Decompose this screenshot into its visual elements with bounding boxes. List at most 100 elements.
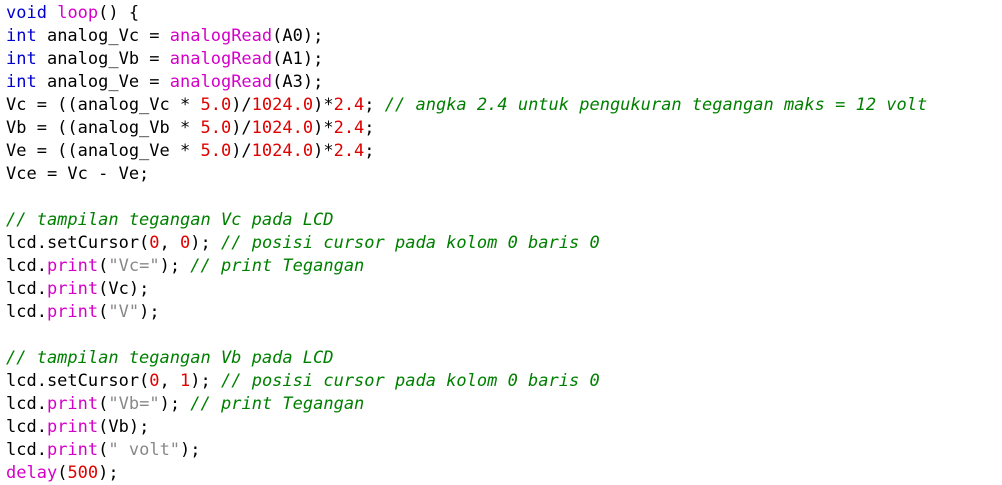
code-token-plain: analog_Ve =: [36, 72, 170, 92]
code-token-plain: lcd.setCursor(: [6, 371, 150, 391]
code-line: lcd.print(Vb);: [6, 416, 1002, 439]
code-token-number: 2.4: [333, 95, 365, 115]
code-token-plain: )/: [231, 95, 252, 115]
code-token-func: print: [46, 279, 99, 299]
code-token-comment: // print Tegangan: [190, 394, 365, 414]
code-line: delay(500);: [6, 462, 1002, 485]
code-token-plain: );: [190, 233, 221, 253]
code-token-plain: (Vc);: [98, 279, 150, 299]
code-token-plain: lcd.: [6, 394, 47, 414]
code-line: lcd.print("V");: [6, 301, 1002, 324]
code-token-string: "Vb=": [108, 394, 160, 414]
code-token-plain: )*: [313, 95, 334, 115]
code-line: lcd.print(" volt");: [6, 439, 1002, 462]
code-token-comment: // posisi cursor pada kolom 0 baris 0: [221, 371, 600, 391]
code-token-number: 5.0: [200, 95, 232, 115]
code-token-number: 2.4: [333, 141, 365, 161]
code-token-number: 0: [149, 371, 160, 391]
code-line: int analog_Vc = analogRead(A0);: [6, 25, 1002, 48]
code-line: lcd.print(Vc);: [6, 278, 1002, 301]
code-token-plain: )*: [313, 141, 334, 161]
code-token-plain: lcd.: [6, 256, 47, 276]
code-line: Vce = Vc - Ve;: [6, 163, 1002, 186]
code-token-plain: );: [159, 256, 191, 276]
code-token-number: 1024.0: [251, 118, 314, 138]
code-token-plain: );: [190, 371, 221, 391]
code-line: // tampilan tegangan Vc pada LCD: [6, 209, 1002, 232]
code-token-plain: analog_Vb =: [36, 49, 170, 69]
code-line: void loop() {: [6, 2, 1002, 25]
code-token-plain: );: [139, 302, 160, 322]
code-token-plain: (: [57, 463, 68, 483]
code-line: Vc = ((analog_Vc * 5.0)/1024.0)*2.4; // …: [6, 94, 1002, 117]
code-token-plain: ;: [364, 95, 385, 115]
code-token-func: analogRead: [169, 26, 273, 46]
code-token-plain: ,: [159, 233, 181, 253]
code-token-keyword: int: [6, 49, 37, 69]
code-token-number: 5.0: [200, 141, 232, 161]
code-token-plain: (A3);: [272, 72, 324, 92]
code-token-comment: // tampilan tegangan Vc pada LCD: [6, 210, 334, 230]
code-token-comment: // print Tegangan: [190, 256, 365, 276]
code-token-plain: ;: [364, 141, 375, 161]
code-token-number: 2.4: [333, 118, 365, 138]
code-token-plain: )/: [231, 141, 252, 161]
code-token-string: " volt": [108, 440, 181, 460]
code-token-plain: );: [98, 463, 119, 483]
code-token-func: analogRead: [169, 49, 273, 69]
code-token-keyword: int: [6, 72, 37, 92]
code-token-func: print: [46, 256, 99, 276]
code-token-func: print: [46, 417, 99, 437]
code-token-plain: )/: [231, 118, 252, 138]
code-token-keyword: int: [6, 26, 37, 46]
code-token-plain: );: [159, 394, 191, 414]
code-token-plain: analog_Vc =: [36, 26, 170, 46]
code-token-plain: (A0);: [272, 26, 324, 46]
code-token-plain: )*: [313, 118, 334, 138]
code-token-plain: Ve = ((analog_Ve *: [6, 141, 201, 161]
code-token-keyword: void: [6, 3, 47, 23]
code-line: int analog_Ve = analogRead(A3);: [6, 71, 1002, 94]
code-line: Vb = ((analog_Vb * 5.0)/1024.0)*2.4;: [6, 117, 1002, 140]
code-token-plain: ,: [159, 371, 181, 391]
code-line: lcd.print("Vb="); // print Tegangan: [6, 393, 1002, 416]
code-token-string: "Vc=": [108, 256, 160, 276]
code-token-number: 1024.0: [251, 141, 314, 161]
code-token-plain: (: [98, 302, 109, 322]
code-line: lcd.setCursor(0, 1); // posisi cursor pa…: [6, 370, 1002, 393]
code-token-func: print: [46, 302, 99, 322]
code-line: lcd.setCursor(0, 0); // posisi cursor pa…: [6, 232, 1002, 255]
code-line: int analog_Vb = analogRead(A1);: [6, 48, 1002, 71]
code-token-plain: Vce = Vc - Ve;: [6, 164, 150, 184]
code-token-plain: lcd.: [6, 417, 47, 437]
code-token-number: 0: [149, 233, 160, 253]
code-token-func: analogRead: [169, 72, 273, 92]
code-token-plain: Vb = ((analog_Vb *: [6, 118, 201, 138]
code-token-number: 500: [67, 463, 99, 483]
code-token-string: "V": [108, 302, 140, 322]
code-token-func: delay: [6, 463, 58, 483]
code-token-func: print: [46, 440, 99, 460]
code-line: // tampilan tegangan Vb pada LCD: [6, 347, 1002, 370]
code-token-comment: // tampilan tegangan Vb pada LCD: [6, 348, 334, 368]
code-token-plain: (: [98, 394, 109, 414]
code-line: lcd.print("Vc="); // print Tegangan: [6, 255, 1002, 278]
code-token-func: loop: [57, 3, 99, 23]
code-line: Ve = ((analog_Ve * 5.0)/1024.0)*2.4;: [6, 140, 1002, 163]
code-token-plain: lcd.: [6, 302, 47, 322]
code-token-plain: (Vb);: [98, 417, 150, 437]
code-token-number: 5.0: [200, 118, 232, 138]
code-token-number: 1: [180, 371, 191, 391]
code-token-comment: // angka 2.4 untuk pengukuran tegangan m…: [384, 95, 928, 115]
code-token-plain: () {: [98, 3, 140, 23]
code-token-plain: ;: [364, 118, 375, 138]
code-token-plain: (: [98, 440, 109, 460]
code-token-plain: lcd.: [6, 279, 47, 299]
code-token-plain: (A1);: [272, 49, 324, 69]
code-token-plain: Vc = ((analog_Vc *: [6, 95, 201, 115]
code-editor[interactable]: void loop() {int analog_Vc = analogRead(…: [0, 0, 1002, 483]
code-token-number: 0: [180, 233, 191, 253]
